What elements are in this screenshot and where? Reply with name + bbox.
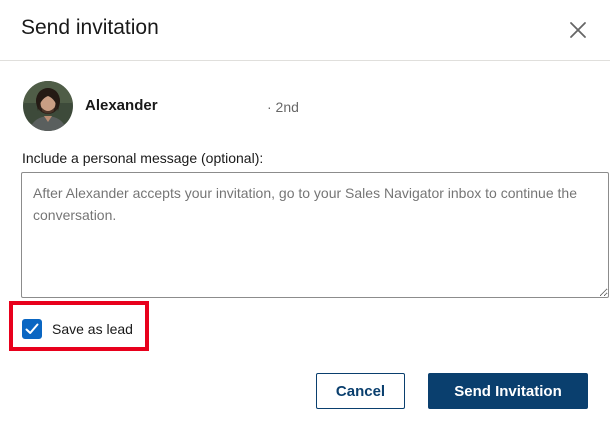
connection-degree: · 2nd	[267, 99, 299, 115]
save-as-lead-label[interactable]: Save as lead	[52, 320, 133, 338]
cancel-button[interactable]: Cancel	[316, 373, 405, 409]
dialog-header: Send invitation	[0, 0, 610, 61]
profile-photo-icon	[23, 81, 73, 131]
recipient-name[interactable]: Alexander	[85, 96, 158, 116]
send-invitation-button[interactable]: Send Invitation	[428, 373, 588, 409]
personal-message-textarea[interactable]	[21, 172, 609, 298]
send-invitation-dialog: Send invitation Alexander · 2nd Include …	[0, 0, 610, 426]
recipient-row: Alexander · 2nd	[23, 81, 583, 131]
avatar[interactable]	[23, 81, 73, 131]
close-icon	[570, 22, 586, 38]
dialog-title: Send invitation	[21, 16, 159, 39]
save-as-lead-checkbox[interactable]	[22, 319, 42, 339]
save-as-lead-highlight: Save as lead	[9, 301, 149, 351]
checkmark-icon	[25, 323, 39, 334]
message-label: Include a personal message (optional):	[22, 150, 264, 166]
close-button[interactable]	[564, 16, 592, 44]
